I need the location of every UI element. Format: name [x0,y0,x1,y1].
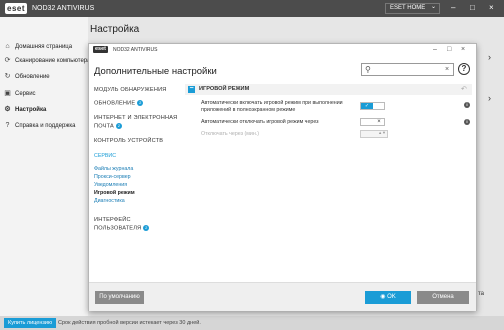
check-icon: ✓ [361,103,373,109]
background-text-fragment: та [478,291,485,297]
trial-status-text: Срок действия пробной версии истекает че… [58,320,201,326]
section-title: ИГРОВОЙ РЕЖИМ [199,86,250,92]
menu-detection-engine[interactable]: МОДУЛЬ ОБНАРУЖЕНИЯ [94,87,167,94]
gear-icon: ⚙ [4,106,11,113]
auto-disable-toggle[interactable]: × [360,118,385,126]
nav-tools-label: Сервис [15,91,36,97]
menu-update[interactable]: ОБНОВЛЕНИЕ 2 [94,100,144,107]
nav-update[interactable]: ↻ Обновление [0,70,88,84]
badge: 2 [137,100,144,106]
info-icon[interactable]: i [464,119,470,125]
page-title: Настройка [90,24,140,35]
maximize-button[interactable]: □ [470,3,475,13]
nav-scan[interactable]: ⟳ Сканирование компьютера [0,54,91,68]
submenu-diagnostics[interactable]: Диагностика [94,198,125,205]
advanced-setup-dialog: eset NOD32 ANTIVIRUS – □ × Дополнительны… [88,43,477,311]
menu-device-control[interactable]: КОНТРОЛЬ УСТРОЙСТВ [94,138,163,145]
badge: 2 [115,123,122,129]
menu-user-interface[interactable]: ИНТЕРФЕЙС [94,217,131,224]
submenu-proxy[interactable]: Прокси-сервер [94,174,131,181]
nav-scan-label: Сканирование компьютера [15,58,91,64]
ok-label: OK [387,294,396,300]
product-name: NOD32 ANTIVIRUS [32,5,95,12]
nav-update-label: Обновление [15,74,50,80]
chevron-down-icon: ⌄ [430,4,436,10]
search-input[interactable] [374,65,440,74]
buy-license-button[interactable]: Купить лицензию [4,318,57,328]
dialog-footer: По умолчанию ◉ OK Отмена [89,282,476,311]
collapse-icon[interactable]: − [188,85,195,93]
ok-button[interactable]: ◉ OK [365,291,411,304]
disable-after-spinbox: ▲▼ [360,130,388,138]
close-button[interactable]: × [489,3,494,13]
default-button[interactable]: По умолчанию [95,291,144,304]
nav-setup-label: Настройка [15,107,47,113]
info-icon[interactable]: i [464,102,470,108]
eset-home-label: ESET HOME [390,5,426,11]
dialog-titlebar: eset NOD32 ANTIVIRUS – □ × [89,44,476,56]
help-icon: ? [5,122,10,129]
submenu-gamer-mode[interactable]: Игровой режим [94,190,135,197]
eset-home-menu[interactable]: ESET HOME ⌄ [385,3,440,14]
dialog-minimize-button[interactable]: – [433,45,437,54]
menu-user-interface-line2[interactable]: ПОЛЬЗОВАТЕЛЯ 2 [94,225,150,232]
dialog-title: Дополнительные настройки [94,66,217,77]
toggle-on-part [361,119,373,125]
clear-search-icon[interactable]: × [445,65,449,75]
app-titlebar: eset NOD32 ANTIVIRUS ESET HOME ⌄ – □ × [0,0,504,17]
nav-tools[interactable]: ▣ Сервис [0,87,88,101]
nav-home[interactable]: ⌂ Домашняя страница [0,40,88,54]
update-icon: ↻ [4,73,11,80]
menu-user-interface-label-2: ПОЛЬЗОВАТЕЛЯ [94,225,142,232]
revert-icon[interactable]: ↶ [461,85,467,94]
submenu-notifications[interactable]: Уведомления [94,182,127,189]
nav-help-label: Справка и поддержка [15,123,76,129]
disable-after-label: Отключать через (мин.) [201,131,260,137]
chevron-right-icon[interactable]: › [488,93,491,103]
search-field[interactable]: ⚲ × [361,63,454,76]
spin-arrows-icon: ▲▼ [378,130,386,135]
scan-icon: ⟳ [4,57,11,64]
menu-web-email-label-1: ИНТЕРНЕТ И ЭЛЕКТРОННАЯ [94,115,178,121]
dialog-close-button[interactable]: × [461,45,465,54]
toggle-off-part [374,103,384,109]
dialog-eset-logo: eset [93,46,109,53]
help-button[interactable]: ? [458,63,470,75]
option-auto-enable-label: Автоматически включать игровой режим при… [201,100,343,113]
dialog-maximize-button[interactable]: □ [447,45,451,54]
menu-web-email-label-2: ПОЧТА [94,123,114,130]
home-icon: ⌂ [5,43,10,50]
submenu-log-files[interactable]: Файлы журнала [94,166,133,173]
cancel-button[interactable]: Отмена [417,291,469,304]
gamer-mode-section-header[interactable]: − ИГРОВОЙ РЕЖИМ ↶ [185,84,472,95]
briefcase-icon: ▣ [4,90,11,97]
status-bar: Купить лицензию Срок действия пробной ве… [0,316,504,330]
x-icon: × [377,119,381,125]
auto-enable-toggle[interactable]: ✓ [360,102,385,110]
chevron-right-icon[interactable]: › [488,52,491,62]
dialog-product-name: NOD32 ANTIVIRUS [113,47,158,53]
menu-update-label: ОБНОВЛЕНИЕ [94,100,136,107]
menu-tools[interactable]: СЕРВИС [94,153,116,160]
menu-web-email-line2[interactable]: ПОЧТА 2 [94,123,122,130]
search-icon: ⚲ [365,65,371,74]
nav-home-label: Домашняя страница [15,44,73,50]
nav-help[interactable]: ? Справка и поддержка [0,119,88,133]
eset-logo: eset [5,3,28,14]
option-auto-disable-label: Автоматически отключать игровой режим че… [201,119,319,125]
nav-setup[interactable]: ⚙ Настройка [0,103,88,117]
main-sidebar: ⌂ Домашняя страница ⟳ Сканирование компь… [0,17,91,317]
minimize-button[interactable]: – [451,3,455,13]
menu-web-email[interactable]: ИНТЕРНЕТ И ЭЛЕКТРОННАЯ [94,115,177,122]
shield-icon: ◉ [380,294,386,300]
badge: 2 [143,225,150,231]
